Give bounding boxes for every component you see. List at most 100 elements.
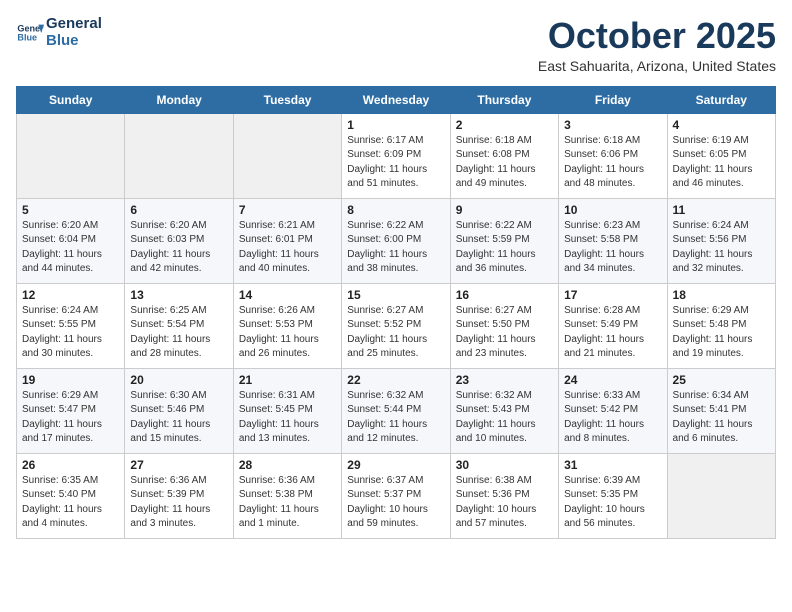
logo: General Blue General Blue xyxy=(16,16,102,49)
calendar-cell: 11Sunrise: 6:24 AM Sunset: 5:56 PM Dayli… xyxy=(667,198,775,283)
calendar-cell: 8 Sunrise: 6:22 AM Sunset: 6:00 PM Daylig… xyxy=(342,198,450,283)
day-number: 3 xyxy=(564,118,661,132)
day-info: Sunrise: 6:19 AM Sunset: 6:05 PM Dayligh… xyxy=(673,134,770,192)
calendar-cell: 19 Sunrise: 6:29 AM Sunset: 5:47 PM Dayli… xyxy=(17,368,125,453)
day-info: Sunrise: 6:28 AM Sunset: 5:49 PM Dayligh… xyxy=(564,304,661,362)
day-info: Sunrise: 6:18 AM Sunset: 6:08 PM Dayligh… xyxy=(456,134,553,192)
day-info: Sunrise: 6:24 AM Sunset: 5:55 PM Dayligh… xyxy=(22,304,119,362)
page-header: General Blue General Blue October 2025 E… xyxy=(16,16,776,74)
calendar-cell: 25 Sunrise: 6:34 AM Sunset: 5:41 PM Dayli… xyxy=(667,368,775,453)
day-number: 20 xyxy=(130,373,227,387)
logo-general: General xyxy=(46,16,102,33)
day-info: Sunrise: 6:20 AM Sunset: 6:03 PM Dayligh… xyxy=(130,219,227,277)
weekday-header-saturday: Saturday xyxy=(667,86,775,113)
calendar-week-2: 5 Sunrise: 6:20 AM Sunset: 6:04 PM Daylig… xyxy=(17,198,776,283)
day-number: 30 xyxy=(456,458,553,472)
weekday-header-tuesday: Tuesday xyxy=(233,86,341,113)
calendar-cell: 6 Sunrise: 6:20 AM Sunset: 6:03 PM Daylig… xyxy=(125,198,233,283)
day-number: 23 xyxy=(456,373,553,387)
weekday-header-wednesday: Wednesday xyxy=(342,86,450,113)
day-number: 22 xyxy=(347,373,444,387)
day-number: 19 xyxy=(22,373,119,387)
day-number: 26 xyxy=(22,458,119,472)
day-info: Sunrise: 6:22 AM Sunset: 6:00 PM Dayligh… xyxy=(347,219,444,277)
day-info: Sunrise: 6:30 AM Sunset: 5:46 PM Dayligh… xyxy=(130,389,227,447)
calendar-cell: 16 Sunrise: 6:27 AM Sunset: 5:50 PM Dayli… xyxy=(450,283,558,368)
calendar-cell: 26Sunrise: 6:35 AM Sunset: 5:40 PM Dayli… xyxy=(17,453,125,538)
day-info: Sunrise: 6:22 AM Sunset: 5:59 PM Dayligh… xyxy=(456,219,553,277)
day-info: Sunrise: 6:34 AM Sunset: 5:41 PM Dayligh… xyxy=(673,389,770,447)
day-info: Sunrise: 6:36 AM Sunset: 5:38 PM Dayligh… xyxy=(239,474,336,532)
calendar-cell: 13Sunrise: 6:25 AM Sunset: 5:54 PM Dayli… xyxy=(125,283,233,368)
day-number: 15 xyxy=(347,288,444,302)
day-number: 29 xyxy=(347,458,444,472)
weekday-header-friday: Friday xyxy=(559,86,667,113)
title-block: October 2025 East Sahuarita, Arizona, Un… xyxy=(538,16,776,74)
calendar-cell: 30 Sunrise: 6:38 AM Sunset: 5:36 PM Dayli… xyxy=(450,453,558,538)
day-info: Sunrise: 6:37 AM Sunset: 5:37 PM Dayligh… xyxy=(347,474,444,532)
day-number: 1 xyxy=(347,118,444,132)
weekday-header-sunday: Sunday xyxy=(17,86,125,113)
day-number: 8 xyxy=(347,203,444,217)
day-info: Sunrise: 6:29 AM Sunset: 5:48 PM Dayligh… xyxy=(673,304,770,362)
day-info: Sunrise: 6:20 AM Sunset: 6:04 PM Dayligh… xyxy=(22,219,119,277)
day-number: 14 xyxy=(239,288,336,302)
day-number: 25 xyxy=(673,373,770,387)
day-info: Sunrise: 6:27 AM Sunset: 5:50 PM Dayligh… xyxy=(456,304,553,362)
calendar-cell: 10 Sunrise: 6:23 AM Sunset: 5:58 PM Dayli… xyxy=(559,198,667,283)
day-info: Sunrise: 6:32 AM Sunset: 5:44 PM Dayligh… xyxy=(347,389,444,447)
weekday-header-row: SundayMondayTuesdayWednesdayThursdayFrid… xyxy=(17,86,776,113)
day-number: 13 xyxy=(130,288,227,302)
day-number: 28 xyxy=(239,458,336,472)
day-number: 24 xyxy=(564,373,661,387)
calendar-cell: 12 Sunrise: 6:24 AM Sunset: 5:55 PM Dayli… xyxy=(17,283,125,368)
day-number: 31 xyxy=(564,458,661,472)
day-number: 6 xyxy=(130,203,227,217)
day-info: Sunrise: 6:27 AM Sunset: 5:52 PM Dayligh… xyxy=(347,304,444,362)
day-info: Sunrise: 6:29 AM Sunset: 5:47 PM Dayligh… xyxy=(22,389,119,447)
day-number: 9 xyxy=(456,203,553,217)
day-number: 10 xyxy=(564,203,661,217)
calendar-week-1: 1Sunrise: 6:17 AM Sunset: 6:09 PM Daylig… xyxy=(17,113,776,198)
calendar-cell: 2 Sunrise: 6:18 AM Sunset: 6:08 PM Daylig… xyxy=(450,113,558,198)
day-number: 7 xyxy=(239,203,336,217)
weekday-header-monday: Monday xyxy=(125,86,233,113)
calendar-cell: 23 Sunrise: 6:32 AM Sunset: 5:43 PM Dayli… xyxy=(450,368,558,453)
day-info: Sunrise: 6:38 AM Sunset: 5:36 PM Dayligh… xyxy=(456,474,553,532)
calendar-cell: 14Sunrise: 6:26 AM Sunset: 5:53 PM Dayli… xyxy=(233,283,341,368)
day-number: 2 xyxy=(456,118,553,132)
day-info: Sunrise: 6:21 AM Sunset: 6:01 PM Dayligh… xyxy=(239,219,336,277)
day-number: 4 xyxy=(673,118,770,132)
day-number: 16 xyxy=(456,288,553,302)
calendar-cell: 18 Sunrise: 6:29 AM Sunset: 5:48 PM Dayli… xyxy=(667,283,775,368)
calendar-cell: 22 Sunrise: 6:32 AM Sunset: 5:44 PM Dayli… xyxy=(342,368,450,453)
calendar-cell: 20 Sunrise: 6:30 AM Sunset: 5:46 PM Dayli… xyxy=(125,368,233,453)
calendar-week-3: 12 Sunrise: 6:24 AM Sunset: 5:55 PM Dayli… xyxy=(17,283,776,368)
calendar-cell: 27 Sunrise: 6:36 AM Sunset: 5:39 PM Dayli… xyxy=(125,453,233,538)
calendar-cell xyxy=(17,113,125,198)
day-number: 5 xyxy=(22,203,119,217)
day-info: Sunrise: 6:23 AM Sunset: 5:58 PM Dayligh… xyxy=(564,219,661,277)
calendar-cell: 15 Sunrise: 6:27 AM Sunset: 5:52 PM Dayli… xyxy=(342,283,450,368)
location-text: East Sahuarita, Arizona, United States xyxy=(538,58,776,74)
month-title: October 2025 xyxy=(538,16,776,56)
day-number: 21 xyxy=(239,373,336,387)
day-number: 27 xyxy=(130,458,227,472)
calendar-cell: 17Sunrise: 6:28 AM Sunset: 5:49 PM Dayli… xyxy=(559,283,667,368)
calendar-cell: 28 Sunrise: 6:36 AM Sunset: 5:38 PM Dayli… xyxy=(233,453,341,538)
weekday-header-thursday: Thursday xyxy=(450,86,558,113)
day-number: 18 xyxy=(673,288,770,302)
day-info: Sunrise: 6:36 AM Sunset: 5:39 PM Dayligh… xyxy=(130,474,227,532)
day-info: Sunrise: 6:32 AM Sunset: 5:43 PM Dayligh… xyxy=(456,389,553,447)
calendar-cell xyxy=(125,113,233,198)
calendar-week-5: 26Sunrise: 6:35 AM Sunset: 5:40 PM Dayli… xyxy=(17,453,776,538)
day-info: Sunrise: 6:33 AM Sunset: 5:42 PM Dayligh… xyxy=(564,389,661,447)
logo-icon: General Blue xyxy=(16,19,44,47)
calendar-cell: 24 Sunrise: 6:33 AM Sunset: 5:42 PM Dayli… xyxy=(559,368,667,453)
day-number: 12 xyxy=(22,288,119,302)
day-info: Sunrise: 6:31 AM Sunset: 5:45 PM Dayligh… xyxy=(239,389,336,447)
day-info: Sunrise: 6:18 AM Sunset: 6:06 PM Dayligh… xyxy=(564,134,661,192)
calendar-cell xyxy=(233,113,341,198)
calendar-cell: 1Sunrise: 6:17 AM Sunset: 6:09 PM Daylig… xyxy=(342,113,450,198)
logo-blue: Blue xyxy=(46,33,102,50)
